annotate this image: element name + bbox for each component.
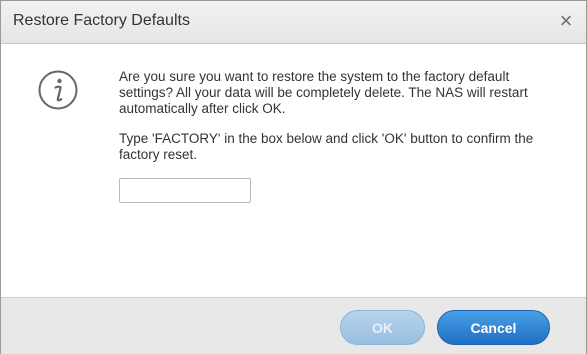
dialog-footer: OK Cancel bbox=[1, 297, 586, 354]
info-icon bbox=[38, 70, 78, 110]
cancel-button[interactable]: Cancel bbox=[437, 310, 550, 345]
ok-button[interactable]: OK bbox=[340, 310, 425, 345]
close-icon[interactable]: × bbox=[554, 9, 578, 33]
factory-confirm-input[interactable] bbox=[119, 178, 251, 203]
dialog-titlebar: Restore Factory Defaults × bbox=[1, 1, 586, 44]
warning-message: Are you sure you want to restore the sys… bbox=[119, 69, 539, 163]
restore-factory-defaults-dialog: Restore Factory Defaults × Are you sure … bbox=[0, 0, 587, 354]
dialog-body: Are you sure you want to restore the sys… bbox=[1, 44, 586, 297]
dialog-title: Restore Factory Defaults bbox=[13, 12, 190, 29]
message-paragraph-2: Type 'FACTORY' in the box below and clic… bbox=[119, 131, 534, 162]
message-paragraph-1: Are you sure you want to restore the sys… bbox=[119, 69, 528, 116]
